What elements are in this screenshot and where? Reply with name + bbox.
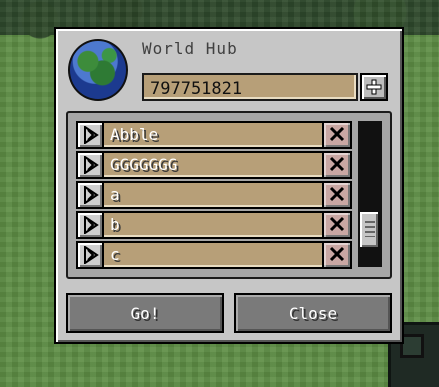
play-world-button[interactable]: [78, 123, 104, 147]
world-name[interactable]: a: [104, 183, 322, 207]
grip-icon: [365, 221, 375, 237]
plus-icon: [366, 79, 382, 95]
x-icon: [329, 216, 345, 232]
world-row: b: [76, 211, 352, 239]
world-row: a: [76, 181, 352, 209]
play-icon: [84, 216, 99, 234]
play-icon: [84, 156, 99, 174]
world-globe-icon: [68, 39, 128, 101]
delete-world-button[interactable]: [322, 123, 350, 147]
x-icon: [329, 246, 345, 262]
play-world-button[interactable]: [78, 243, 104, 267]
delete-world-button[interactable]: [322, 183, 350, 207]
close-button[interactable]: Close: [234, 293, 392, 333]
scrollbar-track[interactable]: [358, 121, 382, 267]
x-icon: [329, 126, 345, 142]
world-name[interactable]: b: [104, 213, 322, 237]
play-icon: [84, 186, 99, 204]
world-name[interactable]: GGGGGGG: [104, 153, 322, 177]
delete-world-button[interactable]: [322, 213, 350, 237]
scrollbar-thumb[interactable]: [360, 212, 378, 247]
play-world-button[interactable]: [78, 213, 104, 237]
play-icon: [84, 246, 99, 264]
world-name[interactable]: Abble: [104, 123, 322, 147]
play-icon: [84, 126, 99, 144]
world-name[interactable]: c: [104, 243, 322, 267]
seed-input[interactable]: 797751821: [142, 73, 358, 101]
add-world-button[interactable]: [360, 73, 388, 101]
world-hub-dialog: World Hub 797751821 Abble GGGGGGG a b c …: [54, 27, 404, 344]
x-icon: [329, 156, 345, 172]
play-world-button[interactable]: [78, 153, 104, 177]
world-list: Abble GGGGGGG a b c: [66, 111, 392, 279]
world-row: c: [76, 241, 352, 269]
world-row: Abble: [76, 121, 352, 149]
go-button[interactable]: Go!: [66, 293, 224, 333]
delete-world-button[interactable]: [322, 153, 350, 177]
dialog-title: World Hub: [142, 39, 238, 58]
delete-world-button[interactable]: [322, 243, 350, 267]
x-icon: [329, 186, 345, 202]
world-row: GGGGGGG: [76, 151, 352, 179]
play-world-button[interactable]: [78, 183, 104, 207]
